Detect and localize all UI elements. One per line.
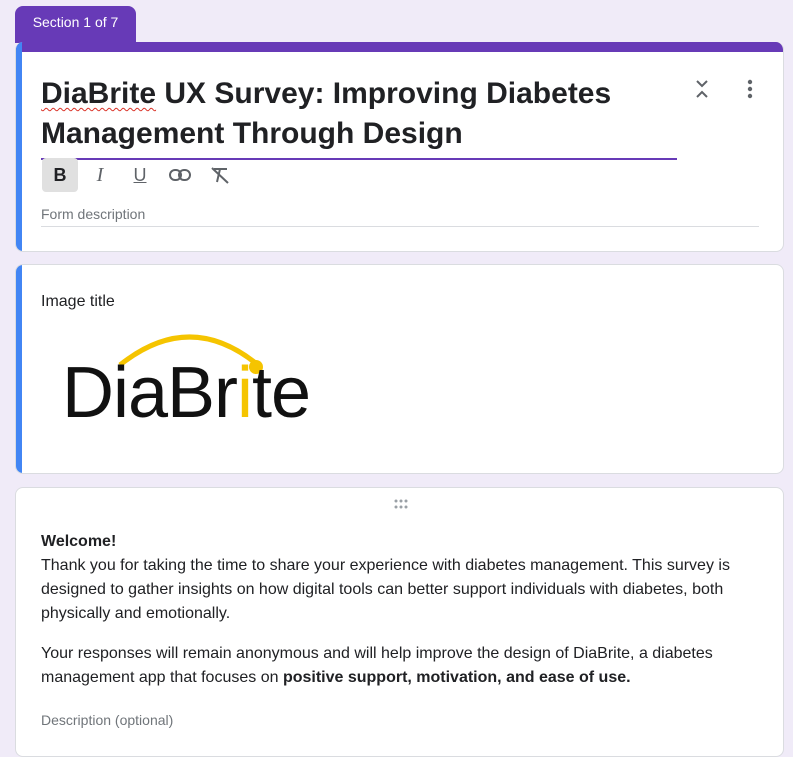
italic-button[interactable]: I [82, 158, 118, 192]
diabrite-logo: DiaBrite [62, 329, 342, 434]
drag-handle-icon[interactable] [393, 496, 409, 514]
card-left-accent [16, 265, 22, 473]
form-title[interactable]: DiaBrite UX Survey: Improving Diabetes M… [41, 74, 677, 154]
underline-button[interactable]: U [122, 158, 158, 192]
collapse-icon[interactable] [691, 78, 713, 100]
section-tab: Section 1 of 7 [15, 6, 136, 43]
text-format-toolbar: B I U [42, 158, 238, 192]
clear-format-icon[interactable] [202, 158, 238, 192]
description-optional-input[interactable]: Description (optional) [41, 712, 173, 728]
bold-button[interactable]: B [42, 158, 78, 192]
welcome-paragraph-2-bold: positive support, motivation, and ease o… [282, 669, 631, 686]
form-header-card[interactable]: DiaBrite UX Survey: Improving Diabetes M… [15, 42, 784, 252]
logo-text-start: DiaBr [62, 353, 237, 429]
link-icon[interactable] [162, 158, 198, 192]
header-actions [691, 78, 761, 100]
logo-text-i: i [237, 353, 252, 429]
image-item-card[interactable]: Image title DiaBrite [15, 264, 784, 474]
form-description-input[interactable]: Form description [41, 206, 759, 227]
welcome-heading: Welcome! [41, 533, 117, 550]
form-title-field[interactable]: DiaBrite UX Survey: Improving Diabetes M… [41, 74, 677, 160]
image-title[interactable]: Image title [41, 293, 115, 311]
active-card-indicator [16, 42, 22, 251]
svg-text:DiaBrite: DiaBrite [62, 353, 310, 429]
welcome-text[interactable]: Welcome! Thank you for taking the time to… [41, 530, 743, 706]
welcome-paragraph-1: Thank you for taking the time to share y… [41, 557, 730, 622]
more-vert-icon[interactable] [739, 78, 761, 100]
logo-text-end: te [252, 353, 310, 429]
welcome-text-card[interactable]: Welcome! Thank you for taking the time to… [15, 487, 784, 757]
title-misspelled-word: DiaBrite [41, 77, 157, 110]
header-color-bar [16, 42, 783, 52]
